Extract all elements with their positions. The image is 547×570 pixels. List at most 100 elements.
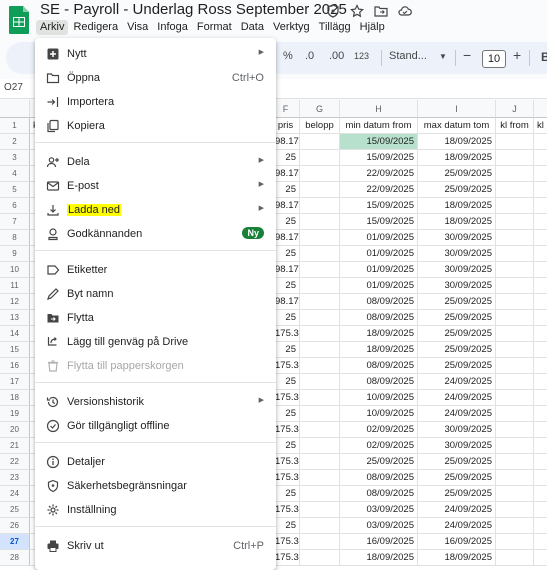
table-cell[interactable]: 25 (272, 518, 300, 534)
row-header[interactable]: 28 (0, 550, 30, 566)
table-cell[interactable] (300, 278, 340, 294)
table-cell[interactable]: 08/09/2025 (340, 358, 418, 374)
table-cell[interactable] (534, 230, 547, 246)
table-cell[interactable]: 25 (272, 406, 300, 422)
table-cell[interactable] (496, 470, 534, 486)
table-cell[interactable]: 10/09/2025 (340, 390, 418, 406)
table-cell[interactable] (496, 438, 534, 454)
table-cell[interactable]: 25/09/2025 (418, 310, 496, 326)
table-cell[interactable]: 22/09/2025 (340, 166, 418, 182)
table-cell[interactable] (496, 230, 534, 246)
menu-item-copy[interactable]: Kopiera (35, 114, 276, 138)
menu-data[interactable]: Data (237, 20, 268, 35)
table-cell[interactable]: 25 (272, 278, 300, 294)
row-header[interactable]: 3 (0, 150, 30, 166)
table-cell[interactable]: 15/09/2025 (340, 214, 418, 230)
table-cell[interactable] (534, 294, 547, 310)
table-cell[interactable]: 25/09/2025 (418, 166, 496, 182)
menu-visa[interactable]: Visa (123, 20, 152, 35)
table-cell[interactable]: 15/09/2025 (340, 150, 418, 166)
menu-item-share[interactable]: Dela ▶ (35, 150, 276, 174)
table-cell[interactable] (496, 262, 534, 278)
column-header-g[interactable]: G (300, 100, 340, 118)
table-cell[interactable]: 25/09/2025 (418, 326, 496, 342)
table-cell[interactable] (300, 150, 340, 166)
star-icon[interactable] (350, 4, 364, 18)
table-cell[interactable] (300, 454, 340, 470)
table-cell[interactable]: 98.17 (272, 134, 300, 150)
row-header[interactable]: 9 (0, 246, 30, 262)
table-cell[interactable]: 175.3 (272, 422, 300, 438)
table-cell[interactable] (300, 214, 340, 230)
table-cell[interactable] (496, 374, 534, 390)
table-cell[interactable] (300, 374, 340, 390)
table-cell[interactable] (496, 294, 534, 310)
table-cell[interactable]: 25 (272, 246, 300, 262)
row-header[interactable]: 20 (0, 422, 30, 438)
table-cell[interactable] (300, 230, 340, 246)
menu-item-pencil[interactable]: Byt namn (35, 282, 276, 306)
row-header[interactable]: 23 (0, 470, 30, 486)
table-cell[interactable]: 22/09/2025 (340, 182, 418, 198)
table-cell[interactable]: 25/09/2025 (418, 454, 496, 470)
column-header-k[interactable] (534, 100, 547, 118)
table-cell[interactable]: 98.17 (272, 230, 300, 246)
table-cell[interactable] (496, 358, 534, 374)
table-cell[interactable]: 98.17 (272, 262, 300, 278)
table-cell[interactable]: 175.3 (272, 550, 300, 566)
table-cell[interactable]: 18/09/2025 (418, 134, 496, 150)
menu-item-import[interactable]: Importera (35, 90, 276, 114)
document-title[interactable]: SE - Payroll - Underlag Ross September 2… (40, 1, 347, 18)
table-cell[interactable]: 18/09/2025 (418, 214, 496, 230)
table-cell[interactable]: 175.3 (272, 326, 300, 342)
table-cell[interactable] (496, 454, 534, 470)
table-cell[interactable] (300, 262, 340, 278)
table-cell[interactable]: 08/09/2025 (340, 310, 418, 326)
table-cell[interactable] (300, 550, 340, 566)
table-cell[interactable] (534, 166, 547, 182)
table-cell[interactable]: belopp (300, 118, 340, 134)
row-header[interactable]: 18 (0, 390, 30, 406)
table-cell[interactable]: 18/09/2025 (418, 150, 496, 166)
table-cell[interactable]: 25 (272, 486, 300, 502)
table-cell[interactable]: 25 (272, 214, 300, 230)
table-cell[interactable]: 03/09/2025 (340, 502, 418, 518)
row-header[interactable]: 2 (0, 134, 30, 150)
row-header[interactable]: 21 (0, 438, 30, 454)
menu-item-offline[interactable]: Gör tillgängligt offline (35, 414, 276, 438)
move-folder-icon[interactable] (374, 4, 388, 18)
table-cell[interactable] (534, 310, 547, 326)
table-cell[interactable] (300, 438, 340, 454)
bold-button[interactable]: B (541, 50, 547, 64)
column-header-i[interactable]: I (418, 100, 496, 118)
menu-item-gear[interactable]: Inställning (35, 498, 276, 522)
table-cell[interactable] (300, 406, 340, 422)
table-cell[interactable]: 25 (272, 438, 300, 454)
table-cell[interactable] (496, 214, 534, 230)
table-cell[interactable]: 175.3 (272, 390, 300, 406)
table-cell[interactable]: 98.17 (272, 166, 300, 182)
row-header[interactable]: 26 (0, 518, 30, 534)
table-cell[interactable]: 175.3 (272, 470, 300, 486)
table-cell[interactable]: 24/09/2025 (418, 390, 496, 406)
increase-decimal-button[interactable]: .00 (329, 50, 344, 62)
table-cell[interactable] (534, 246, 547, 262)
row-header[interactable]: 24 (0, 486, 30, 502)
menu-redigera[interactable]: Redigera (69, 20, 122, 35)
table-cell[interactable]: 25/09/2025 (418, 294, 496, 310)
table-cell[interactable] (534, 454, 547, 470)
row-header[interactable]: 17 (0, 374, 30, 390)
menu-item-move[interactable]: Flytta (35, 306, 276, 330)
table-cell[interactable] (496, 198, 534, 214)
table-cell[interactable] (496, 182, 534, 198)
table-cell[interactable]: 25/09/2025 (418, 358, 496, 374)
table-cell[interactable] (300, 198, 340, 214)
row-header[interactable]: 11 (0, 278, 30, 294)
table-cell[interactable]: 30/09/2025 (418, 438, 496, 454)
table-cell[interactable]: 24/09/2025 (418, 502, 496, 518)
table-cell[interactable] (300, 310, 340, 326)
table-cell[interactable]: 25 (272, 374, 300, 390)
table-cell[interactable] (534, 134, 547, 150)
decrease-decimal-button[interactable]: .0 (305, 50, 314, 62)
table-cell[interactable]: 03/09/2025 (340, 518, 418, 534)
